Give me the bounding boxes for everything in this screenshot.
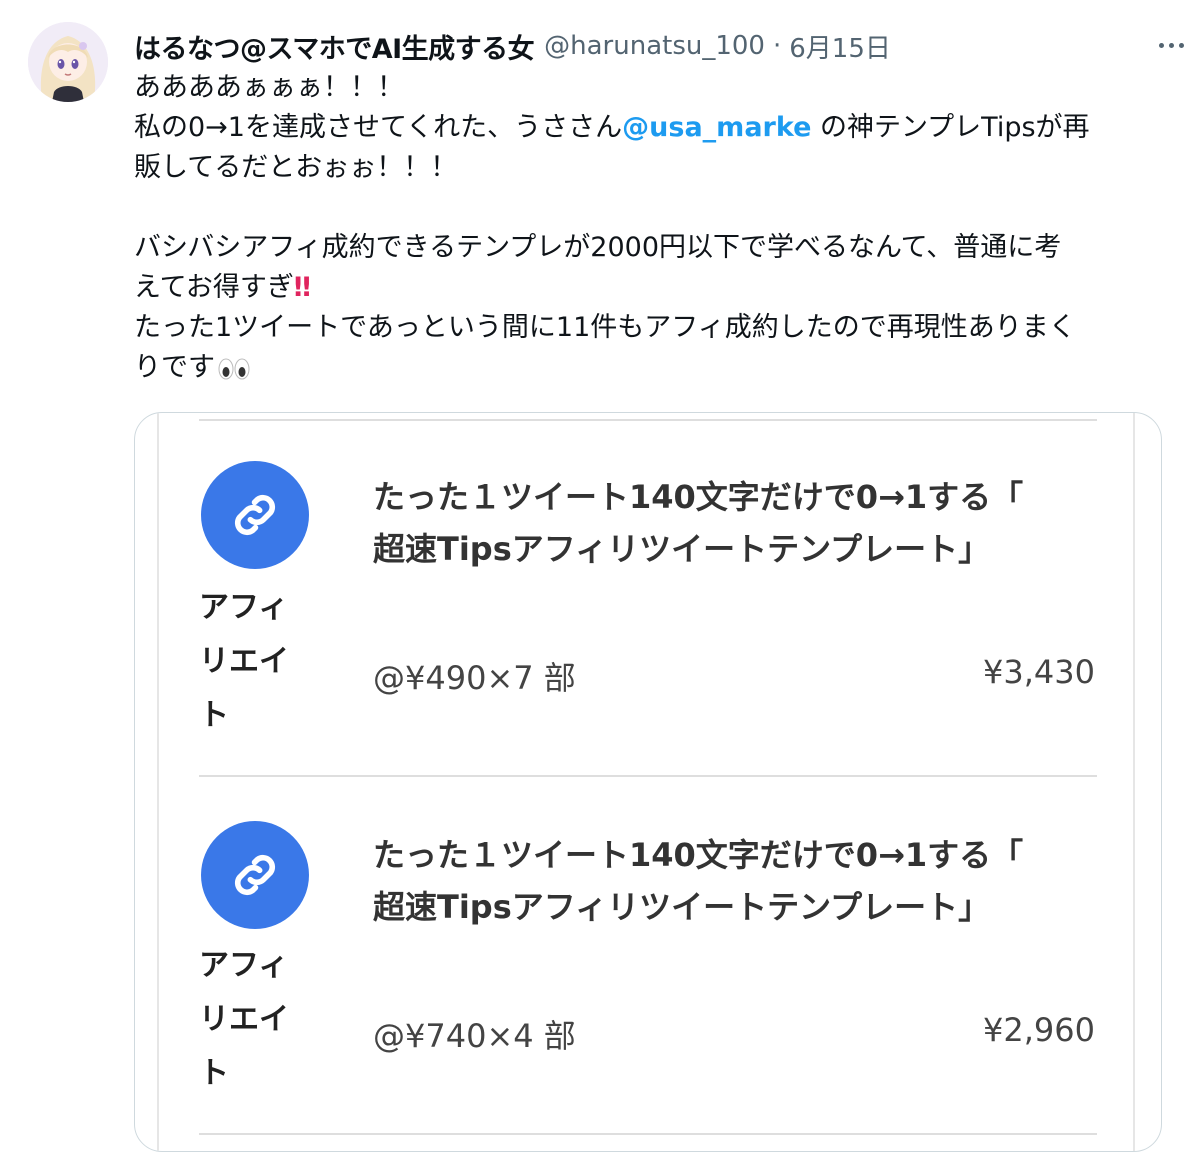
- sales-amount: ¥3,430: [983, 653, 1095, 691]
- tweet-text-segment: 私の0→1を達成させてくれた、うささん: [134, 112, 623, 143]
- link-icon: [201, 461, 309, 569]
- tweet-header: はるなつ@スマホでAI生成する女 @harunatsu_100 · 6月15日: [134, 24, 891, 68]
- divider: [199, 419, 1097, 421]
- sales-screenshot: アフィ リエイ ト たった１ツイート140文字だけで0→1する「 超速Tipsア…: [135, 413, 1161, 1151]
- sales-amount: ¥2,960: [983, 1011, 1095, 1049]
- category-line: ト: [199, 698, 229, 733]
- eyes-emoji-icon: [218, 358, 250, 379]
- tweet-text-line: 私の0→1を達成させてくれた、うささん@usa_marke の神テンプレTips…: [134, 108, 1174, 148]
- unit-price-quantity: @¥740×4 部: [373, 1017, 576, 1055]
- attached-image[interactable]: アフィ リエイ ト たった１ツイート140文字だけで0→1する「 超速Tipsア…: [134, 412, 1162, 1152]
- category-label: アフィ リエイ ト: [199, 939, 309, 1101]
- tweet-text-segment: えてお得すぎ: [134, 272, 294, 303]
- avatar[interactable]: [28, 22, 108, 102]
- product-title: たった１ツイート140文字だけで0→1する「 超速Tipsアフィリツイートテンプ…: [373, 829, 1113, 933]
- category-line: アフィ: [199, 948, 289, 983]
- tweet-text-line: バシバシアフィ成約できるテンプレが2000円以下で学べるなんて、普通に考: [134, 232, 1062, 263]
- unit-price-quantity: @¥490×7 部: [373, 659, 576, 697]
- tweet-text: ああああぁぁぁ！！！ 私の0→1を達成させてくれた、うささん@usa_marke…: [134, 68, 1174, 388]
- tweet-text-segment: りです: [134, 352, 215, 383]
- author-display-name[interactable]: はるなつ@スマホでAI生成する女: [134, 27, 535, 66]
- category-label: アフィ リエイ ト: [199, 581, 309, 743]
- tweet-text-line: えてお得すぎ‼: [134, 268, 1174, 308]
- tweet-date[interactable]: 6月15日: [789, 28, 891, 65]
- more-options-button[interactable]: [1150, 30, 1192, 60]
- tweet-text-line: 販してるだとおぉぉ！！！: [134, 152, 458, 183]
- product-title-line: たった１ツイート140文字だけで0→1する「: [373, 836, 1024, 874]
- product-title-line: 超速Tipsアフィリツイートテンプレート」: [373, 530, 991, 568]
- product-title: たった１ツイート140文字だけで0→1する「 超速Tipsアフィリツイートテンプ…: [373, 471, 1113, 575]
- product-title-line: たった１ツイート140文字だけで0→1する「: [373, 478, 1024, 516]
- sales-row: アフィ リエイ ト たった１ツイート140文字だけで0→1する「 超速Tipsア…: [135, 781, 1161, 1141]
- tweet-text-line: たった1ツイートであっという間に11件もアフィ成約したので再現性ありまく: [134, 312, 1076, 343]
- author-handle[interactable]: @harunatsu_100: [544, 31, 765, 61]
- divider: [199, 775, 1097, 777]
- mention-link[interactable]: @usa_marke: [622, 112, 811, 143]
- tweet-text-segment: の神テンプレTipsが再: [811, 112, 1090, 143]
- link-icon: [201, 821, 309, 929]
- separator-dot: ·: [772, 31, 782, 61]
- double-exclamation-emoji: ‼: [293, 272, 311, 303]
- category-line: ト: [199, 1056, 229, 1091]
- avatar-illustration: [28, 22, 108, 102]
- more-dot-icon: [1178, 42, 1184, 48]
- category-line: リエイ: [199, 644, 289, 679]
- more-dot-icon: [1158, 42, 1164, 48]
- chain-link-icon: [235, 495, 275, 535]
- category-line: リエイ: [199, 1002, 289, 1037]
- more-dot-icon: [1168, 42, 1174, 48]
- divider: [199, 1133, 1097, 1135]
- tweet[interactable]: はるなつ@スマホでAI生成する女 @harunatsu_100 · 6月15日 …: [0, 0, 1192, 1170]
- chain-link-icon: [235, 855, 275, 895]
- tweet-text-line: ああああぁぁぁ！！！: [134, 72, 404, 103]
- sales-row: アフィ リエイ ト たった１ツイート140文字だけで0→1する「 超速Tipsア…: [135, 423, 1161, 783]
- product-title-line: 超速Tipsアフィリツイートテンプレート」: [373, 888, 991, 926]
- category-line: アフィ: [199, 590, 289, 625]
- tweet-text-line: りです: [134, 348, 1174, 388]
